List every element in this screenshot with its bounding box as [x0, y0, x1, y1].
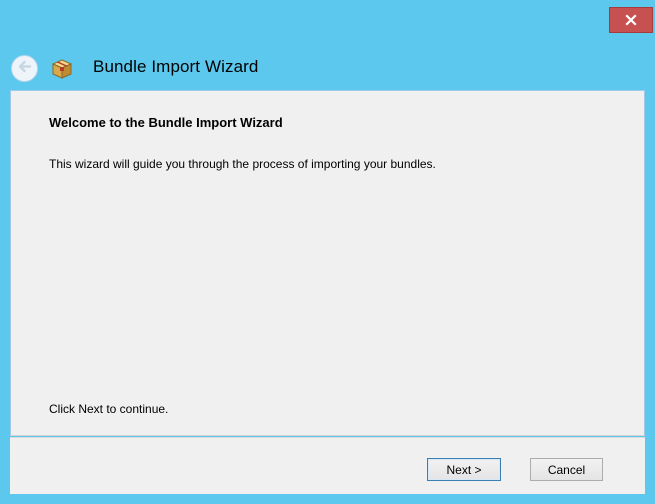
welcome-description: This wizard will guide you through the p… — [49, 157, 436, 171]
wizard-window: Bundle Import Wizard Welcome to the Bund… — [0, 0, 655, 504]
continue-hint: Click Next to continue. — [49, 402, 169, 416]
back-arrow-icon — [17, 59, 32, 79]
title-bar[interactable] — [0, 0, 655, 34]
wizard-footer: Next > Cancel — [10, 437, 645, 494]
welcome-heading: Welcome to the Bundle Import Wizard — [49, 115, 283, 130]
wizard-title: Bundle Import Wizard — [93, 57, 259, 76]
close-icon — [625, 14, 637, 26]
close-button[interactable] — [609, 7, 653, 33]
back-button[interactable] — [11, 55, 38, 82]
next-button[interactable]: Next > — [427, 458, 501, 481]
bundle-box-icon — [51, 58, 73, 80]
wizard-content-panel — [10, 90, 645, 436]
wizard-header: Bundle Import Wizard — [0, 46, 655, 90]
cancel-button[interactable]: Cancel — [530, 458, 603, 481]
